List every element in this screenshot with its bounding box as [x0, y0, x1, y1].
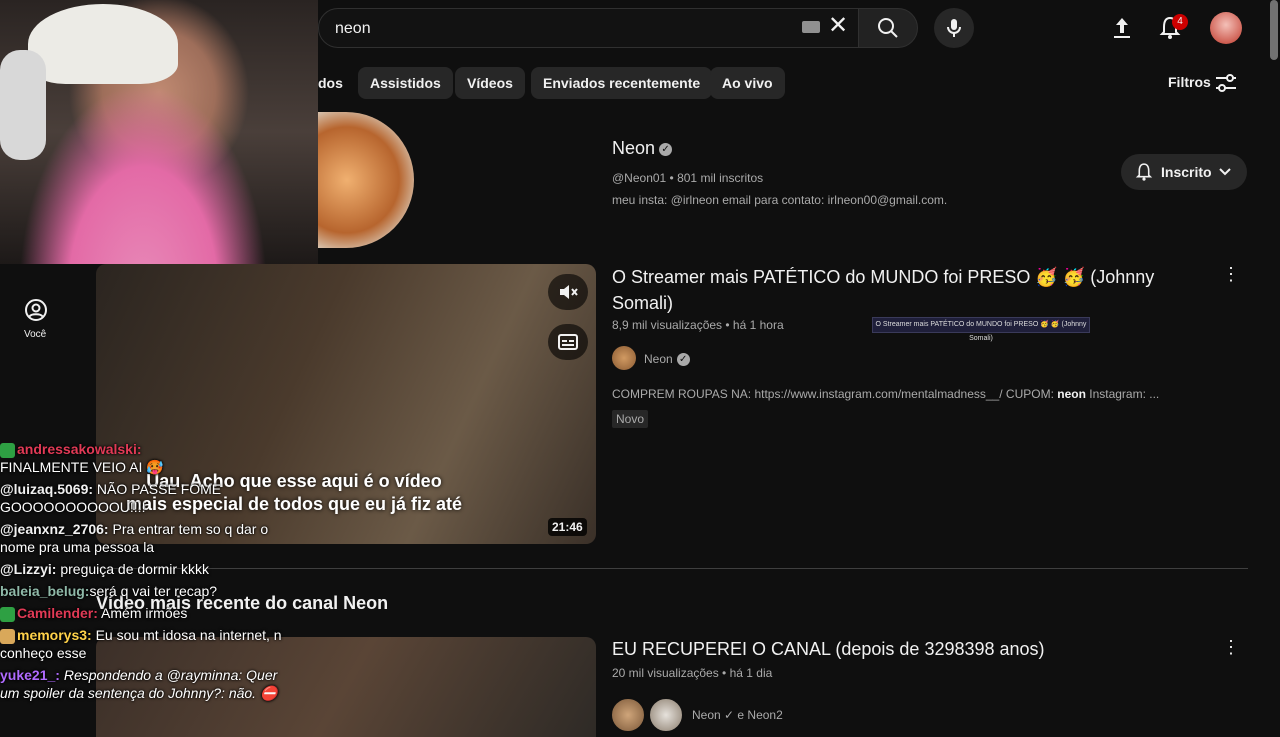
close-icon[interactable]: ✕ [828, 14, 848, 38]
chat-text: será q vai ter recap? [89, 583, 218, 599]
chat-message: memorys3: Eu sou mt idosa na internet, n… [0, 626, 300, 662]
chip-assistidos[interactable]: Assistidos [358, 67, 453, 99]
channel-avatar-small[interactable] [610, 697, 646, 733]
notification-badge: 4 [1172, 14, 1188, 30]
video-channel-name[interactable]: Neon [644, 352, 673, 366]
keyboard-icon[interactable] [802, 21, 820, 33]
duration-badge: 21:46 [548, 518, 587, 536]
scrollbar[interactable] [1270, 0, 1278, 60]
search-icon [878, 18, 898, 38]
chat-message: @Lizzyi: preguiça de dormir kkkk [0, 560, 300, 578]
chat-user: Camilender: [17, 605, 98, 621]
chat-text: FINALMENTE VEIO AI 🥵 [0, 459, 164, 475]
voice-search-button[interactable] [934, 8, 974, 48]
beanie [28, 4, 178, 84]
title-tooltip: O Streamer mais PATÉTICO do MUNDO foi PR… [872, 317, 1090, 342]
channel-name[interactable]: Neon [612, 138, 655, 158]
bell-subscribe-icon [1135, 163, 1153, 181]
chat-message: andressakowalski: FINALMENTE VEIO AI 🥵 [0, 440, 300, 476]
mic-icon [947, 19, 961, 37]
channel-description: meu insta: @irlneon email para contato: … [612, 193, 948, 207]
chat-user: @Lizzyi: [0, 561, 57, 577]
channel-avatar-small[interactable] [612, 346, 636, 370]
video-title-2[interactable]: EU RECUPEREI O CANAL (depois de 3298398 … [612, 639, 1045, 660]
captions-icon [558, 334, 578, 350]
upload-icon[interactable] [1108, 14, 1136, 42]
verified-icon: ✓ [676, 353, 690, 367]
video-meta-2: 20 mil visualizações • há 1 dia [612, 666, 773, 680]
chat-text: Amém irmões [101, 605, 188, 621]
channel-name-row[interactable]: Neon ✓ [612, 138, 673, 159]
search-query[interactable]: neon [335, 20, 371, 38]
captions-button[interactable] [548, 324, 588, 360]
video-meta: 8,9 mil visualizações • há 1 hora [612, 318, 784, 332]
search-input[interactable]: neon [318, 8, 860, 48]
chat-message: Camilender: Amém irmões [0, 604, 300, 622]
chat-user: yuke21_: [0, 667, 60, 683]
description-highlight: neon [1057, 387, 1086, 401]
video-title[interactable]: O Streamer mais PATÉTICO do MUNDO foi PR… [612, 264, 1172, 316]
video-channel-row[interactable]: Neon ✓ [644, 352, 690, 367]
chat-user: memorys3: [17, 627, 92, 643]
video-description: COMPREM ROUPAS NA: https://www.instagram… [612, 387, 1159, 401]
channel-avatar-small-2[interactable] [648, 697, 684, 733]
mute-button[interactable] [548, 274, 588, 310]
chip-videos[interactable]: Vídeos [455, 67, 525, 99]
new-badge: Novo [612, 410, 649, 428]
badge-icon [0, 442, 15, 458]
channel-meta: @Neon01 • 801 mil inscritos [612, 171, 764, 185]
verified-icon: ✓ [659, 142, 673, 156]
stream-chat: andressakowalski: FINALMENTE VEIO AI 🥵 @l… [0, 440, 300, 706]
chevron-down-icon [1219, 168, 1231, 176]
description-text: COMPREM ROUPAS NA: https://www.instagram… [612, 387, 1058, 401]
filter-icon[interactable] [1214, 73, 1238, 93]
chat-message: @luizaq.5069: NÃO PASSE FOME GOOOOOOOOOO… [0, 480, 300, 516]
chip-live[interactable]: Ao vivo [710, 67, 785, 99]
subscribed-button[interactable]: Inscrito [1121, 154, 1247, 190]
chat-text: preguiça de dormir kkkk [60, 561, 209, 577]
person-circle-icon[interactable] [24, 298, 48, 322]
description-text-end: Instagram: ... [1085, 387, 1160, 401]
filters-button[interactable]: Filtros [1168, 74, 1211, 90]
chat-user: @luizaq.5069: [0, 481, 94, 497]
streamer-webcam [0, 0, 318, 264]
chip-0[interactable]: dos [290, 67, 355, 99]
badge-icon [0, 606, 15, 622]
chip-recent[interactable]: Enviados recentemente [531, 67, 713, 99]
headphones [0, 50, 46, 160]
chat-message: @jeanxnz_2706: Pra entrar tem so q dar o… [0, 520, 300, 556]
chat-message: baleia_belug:será q vai ter recap? [0, 582, 300, 600]
mute-icon [560, 285, 578, 299]
chat-user: baleia_belug: [0, 583, 90, 599]
more-vert-icon[interactable]: ⋮ [1222, 637, 1240, 657]
search-button[interactable] [858, 8, 918, 48]
more-vert-icon[interactable]: ⋮ [1222, 264, 1240, 284]
sidebar-item-you[interactable]: Você [24, 329, 46, 340]
channel-avatar[interactable] [318, 112, 414, 248]
chat-message: yuke21_: Respondendo a @rayminna: Quer u… [0, 666, 300, 702]
badge-icon [0, 628, 15, 644]
chat-user: @jeanxnz_2706: [0, 521, 109, 537]
account-avatar[interactable] [1210, 12, 1242, 44]
chat-user: andressakowalski: [17, 441, 142, 457]
subscribe-label: Inscrito [1161, 164, 1212, 180]
